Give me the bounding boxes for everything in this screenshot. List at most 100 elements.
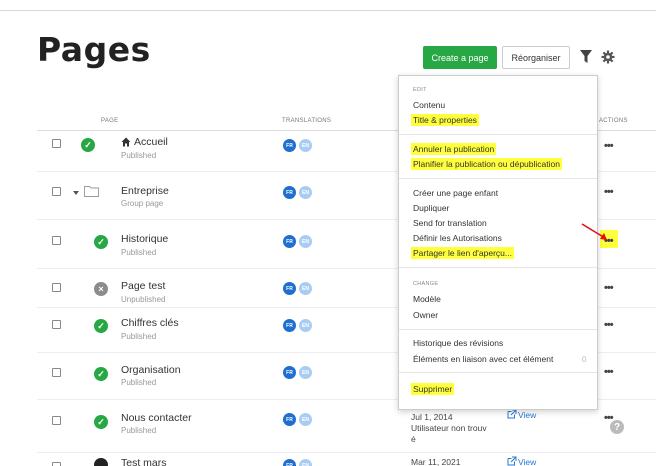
row-title[interactable]: Organisation (121, 364, 181, 376)
external-link-icon[interactable] (507, 409, 517, 419)
row-checkbox[interactable] (52, 283, 61, 292)
language-badge-en[interactable]: EN (299, 366, 312, 379)
language-badge-en[interactable]: EN (299, 413, 312, 426)
row-status-text: Published (121, 151, 157, 160)
row-checkbox[interactable] (52, 187, 61, 196)
row-checkbox[interactable] (52, 462, 61, 466)
actions-menu-button[interactable]: ••• (604, 366, 614, 378)
menu-divider (399, 329, 597, 330)
menu-item-share-preview[interactable]: Partager le lien d'aperçu... (411, 247, 514, 259)
actions-menu-button[interactable]: ••• (604, 140, 614, 152)
row-checkbox[interactable] (52, 416, 61, 425)
row-title[interactable]: Page test (121, 280, 165, 292)
menu-item-title-properties[interactable]: Title & properties (411, 114, 479, 126)
external-link-icon[interactable] (507, 456, 517, 466)
menu-item-label: Supprimer (411, 383, 455, 395)
menu-item-permissions[interactable]: Définir les Autorisations (413, 233, 502, 243)
language-badge-en[interactable]: EN (299, 186, 312, 199)
published-status-icon: ✓ (94, 415, 108, 429)
linked-elements-count: 0 (582, 355, 587, 364)
column-header-translations: TRANSLATIONS (282, 118, 332, 124)
column-header-page[interactable]: PAGE (101, 118, 118, 124)
menu-divider (399, 178, 597, 179)
language-badge-en[interactable]: EN (299, 282, 312, 295)
row-status-text: Published (121, 378, 157, 387)
row-status-text: Group page (121, 199, 164, 208)
top-divider (0, 10, 656, 11)
actions-menu-button[interactable]: ••• (604, 319, 614, 331)
row-status-text: Published (121, 248, 157, 257)
menu-item-label: Partager le lien d'aperçu... (411, 247, 514, 259)
help-icon[interactable]: ? (610, 420, 624, 434)
row-title[interactable]: Accueil (134, 136, 168, 148)
language-badge-en[interactable]: EN (299, 235, 312, 248)
folder-icon (84, 186, 99, 197)
row-title[interactable]: Test mars (121, 457, 167, 466)
row-checkbox[interactable] (52, 139, 61, 148)
actions-dropdown-menu: EDIT Contenu Title & properties Annuler … (398, 75, 598, 410)
menu-item-delete[interactable]: Supprimer (411, 383, 455, 395)
language-badge-fr[interactable]: FR (283, 459, 296, 466)
menu-divider (399, 267, 597, 268)
language-badge-fr[interactable]: FR (283, 319, 296, 332)
language-badge-en[interactable]: EN (299, 319, 312, 332)
view-link[interactable]: View (518, 410, 536, 420)
column-header-actions: ACTIONS (599, 118, 628, 124)
language-badge-fr[interactable]: FR (283, 186, 296, 199)
actions-menu-button[interactable]: ••• (604, 282, 614, 294)
menu-divider (399, 134, 597, 135)
status-icon (94, 458, 108, 466)
actions-menu-button[interactable]: ••• (604, 186, 614, 198)
row-title[interactable]: Chiffres clés (121, 317, 179, 329)
unpublished-status-icon: × (94, 282, 108, 296)
view-link[interactable]: View (518, 457, 536, 466)
updated-date: Jul 1, 2014 (411, 412, 453, 422)
updated-by-wrap: é (411, 434, 416, 444)
menu-item-send-translation[interactable]: Send for translation (413, 218, 487, 228)
red-arrow-annotation (581, 223, 607, 240)
language-badge-fr[interactable]: FR (283, 235, 296, 248)
create-page-button[interactable]: Create a page (423, 46, 497, 69)
expand-caret-icon[interactable] (73, 191, 79, 195)
row-checkbox[interactable] (52, 368, 61, 377)
row-checkbox[interactable] (52, 320, 61, 329)
language-badge-en[interactable]: EN (299, 139, 312, 152)
gear-icon[interactable] (601, 50, 615, 64)
language-badge-fr[interactable]: FR (283, 366, 296, 379)
menu-item-linked-elements[interactable]: Éléments en liaison avec cet élément (413, 354, 553, 364)
updated-date: Mar 11, 2021 (411, 457, 461, 466)
language-badge-en[interactable]: EN (299, 459, 312, 466)
published-status-icon: ✓ (94, 319, 108, 333)
menu-divider (399, 372, 597, 373)
language-badge-fr[interactable]: FR (283, 139, 296, 152)
row-divider (37, 452, 656, 453)
published-status-icon: ✓ (94, 367, 108, 381)
published-status-icon: ✓ (81, 138, 95, 152)
menu-item-label: Annuler la publication (411, 143, 497, 155)
row-status-text: Published (121, 332, 157, 341)
home-icon (121, 137, 131, 147)
published-status-icon: ✓ (94, 235, 108, 249)
menu-item-duplicate[interactable]: Dupliquer (413, 203, 449, 213)
reorganize-button[interactable]: Réorganiser (502, 46, 570, 69)
language-badge-fr[interactable]: FR (283, 282, 296, 295)
row-status-text: Unpublished (121, 295, 166, 304)
menu-item-template[interactable]: Modèle (413, 294, 441, 304)
row-title[interactable]: Nous contacter (121, 412, 192, 424)
menu-item-contenu[interactable]: Contenu (413, 100, 445, 110)
page-title: Pages (37, 30, 151, 69)
row-title[interactable]: Entreprise (121, 185, 169, 197)
menu-item-schedule[interactable]: Planifier la publication ou dépublicatio… (411, 158, 562, 170)
row-checkbox[interactable] (52, 236, 61, 245)
menu-item-create-child[interactable]: Créer une page enfant (413, 188, 498, 198)
menu-item-label: Planifier la publication ou dépublicatio… (411, 158, 562, 170)
menu-item-unpublish[interactable]: Annuler la publication (411, 143, 497, 155)
row-status-text: Published (121, 426, 157, 435)
menu-item-owner[interactable]: Owner (413, 310, 438, 320)
filter-icon[interactable] (580, 50, 592, 64)
language-badge-fr[interactable]: FR (283, 413, 296, 426)
menu-item-revision-history[interactable]: Historique des révisions (413, 338, 503, 348)
menu-section-edit: EDIT (413, 87, 427, 93)
menu-section-change: CHANGE (413, 281, 439, 287)
row-title[interactable]: Historique (121, 233, 168, 245)
